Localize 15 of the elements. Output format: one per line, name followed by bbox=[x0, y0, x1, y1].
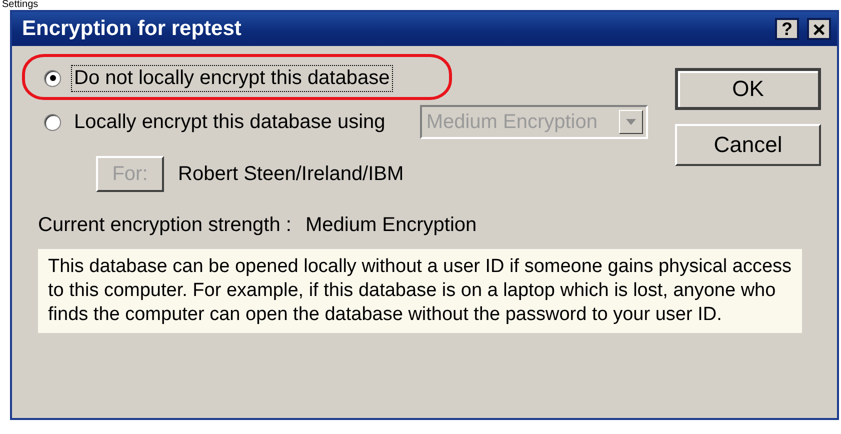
radio-button[interactable] bbox=[44, 70, 61, 86]
dialog-button[interactable]: Cancel bbox=[675, 124, 821, 166]
background-text: Settings bbox=[1, 0, 40, 9]
window-title: Encryption for reptest bbox=[22, 17, 242, 41]
option-label[interactable]: Locally encrypt this database using bbox=[71, 108, 388, 136]
user-name: Robert Steen/Ireland/IBM bbox=[178, 162, 404, 186]
info-note: This database can be opened locally without a user ID if someone gains physical access to this computer. For example, if this database is on a laptop which is lost, anyone who finds the computer can open the database without the password to your user ID. bbox=[38, 249, 802, 333]
option-label[interactable]: Do not locally encrypt this database bbox=[71, 64, 393, 92]
close-button[interactable]: × bbox=[807, 18, 831, 40]
strength-label: Current encryption strength : bbox=[38, 214, 292, 237]
strength-value: Medium Encryption bbox=[305, 214, 477, 237]
dropdown-arrow-icon bbox=[626, 119, 636, 125]
help-button[interactable]: ? bbox=[775, 18, 799, 40]
radio-button[interactable] bbox=[44, 114, 61, 130]
dialog-button[interactable]: OK bbox=[675, 68, 821, 110]
